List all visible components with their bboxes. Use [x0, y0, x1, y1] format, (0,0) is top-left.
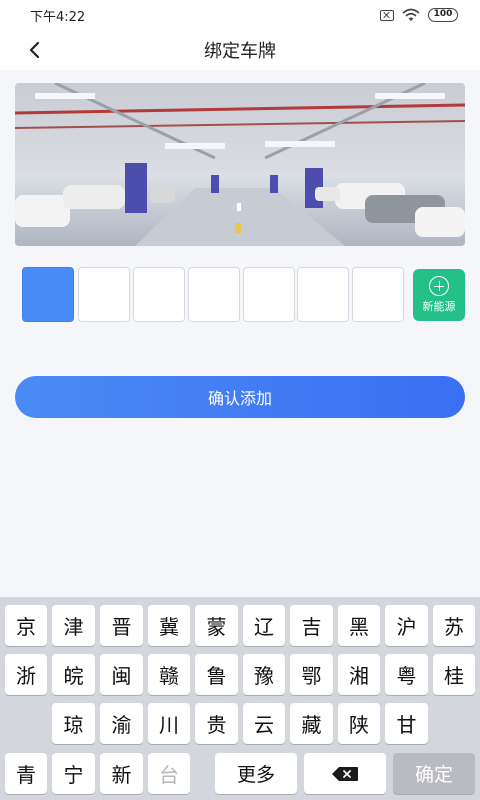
plate-cell-1[interactable] — [22, 267, 74, 322]
status-bar: 下午4:22 100 — [0, 0, 480, 30]
key-row2-4[interactable]: 赣 — [148, 654, 190, 695]
key-row1-9[interactable]: 沪 — [385, 605, 428, 646]
key-row1-3[interactable]: 晋 — [100, 605, 143, 646]
key-row3-6[interactable]: 藏 — [290, 703, 333, 744]
key-row2-8[interactable]: 湘 — [338, 654, 380, 695]
key-row2-7[interactable]: 鄂 — [290, 654, 333, 695]
status-icons: 100 — [380, 8, 458, 22]
plus-circle-icon — [429, 276, 449, 296]
key-row3-8[interactable]: 甘 — [385, 703, 428, 744]
key-row2-6[interactable]: 豫 — [243, 654, 285, 695]
plate-input: 新能源 — [22, 267, 466, 322]
key-row2-1[interactable]: 浙 — [5, 654, 47, 695]
parking-banner-image — [15, 83, 465, 246]
key-row1-6[interactable]: 辽 — [243, 605, 285, 646]
key-row4-3[interactable]: 新 — [100, 753, 143, 794]
key-row3-7[interactable]: 陕 — [338, 703, 380, 744]
key-row4-4-disabled: 台 — [148, 753, 190, 794]
new-energy-button[interactable]: 新能源 — [413, 269, 465, 321]
parking-garage-photo — [15, 83, 465, 246]
province-keyboard: 京 津 晋 冀 蒙 辽 吉 黑 沪 苏 浙 皖 闽 赣 鲁 豫 鄂 湘 粤 桂 … — [0, 597, 480, 800]
chevron-left-icon — [29, 41, 40, 59]
plate-cell-7[interactable] — [352, 267, 404, 322]
keyboard-confirm-button[interactable]: 确定 — [393, 753, 475, 794]
key-row1-2[interactable]: 津 — [52, 605, 95, 646]
plate-cell-4[interactable] — [188, 267, 240, 322]
new-energy-label: 新能源 — [422, 300, 456, 313]
key-row1-5[interactable]: 蒙 — [195, 605, 238, 646]
key-row4-1[interactable]: 青 — [5, 753, 47, 794]
status-time: 下午4:22 — [30, 9, 86, 25]
key-row3-2[interactable]: 渝 — [100, 703, 143, 744]
plate-cell-2[interactable] — [78, 267, 130, 322]
back-button[interactable] — [20, 38, 48, 62]
backspace-icon — [332, 766, 358, 781]
key-row2-5[interactable]: 鲁 — [195, 654, 238, 695]
nav-bar: 绑定车牌 — [0, 30, 480, 70]
key-row3-1[interactable]: 琼 — [52, 703, 95, 744]
confirm-add-button[interactable]: 确认添加 — [15, 376, 465, 418]
more-keys-button[interactable]: 更多 — [215, 753, 297, 794]
key-row1-4[interactable]: 冀 — [148, 605, 190, 646]
plate-cell-5[interactable] — [243, 267, 295, 322]
key-row1-7[interactable]: 吉 — [290, 605, 333, 646]
wifi-icon — [402, 8, 420, 21]
key-row3-3[interactable]: 川 — [148, 703, 190, 744]
key-row1-8[interactable]: 黑 — [338, 605, 380, 646]
key-row1-1[interactable]: 京 — [5, 605, 47, 646]
delete-key[interactable] — [304, 753, 386, 794]
page-title: 绑定车牌 — [204, 41, 276, 62]
plate-cell-3[interactable] — [133, 267, 185, 322]
key-row3-5[interactable]: 云 — [243, 703, 285, 744]
key-row4-2[interactable]: 宁 — [52, 753, 95, 794]
key-row3-4[interactable]: 贵 — [195, 703, 238, 744]
plate-cell-6[interactable] — [297, 267, 349, 322]
key-row1-10[interactable]: 苏 — [433, 605, 475, 646]
key-row2-2[interactable]: 皖 — [52, 654, 95, 695]
key-row2-3[interactable]: 闽 — [100, 654, 143, 695]
sim-off-icon — [380, 9, 394, 21]
battery-icon: 100 — [428, 8, 458, 22]
key-row2-10[interactable]: 桂 — [433, 654, 475, 695]
key-row2-9[interactable]: 粤 — [385, 654, 428, 695]
